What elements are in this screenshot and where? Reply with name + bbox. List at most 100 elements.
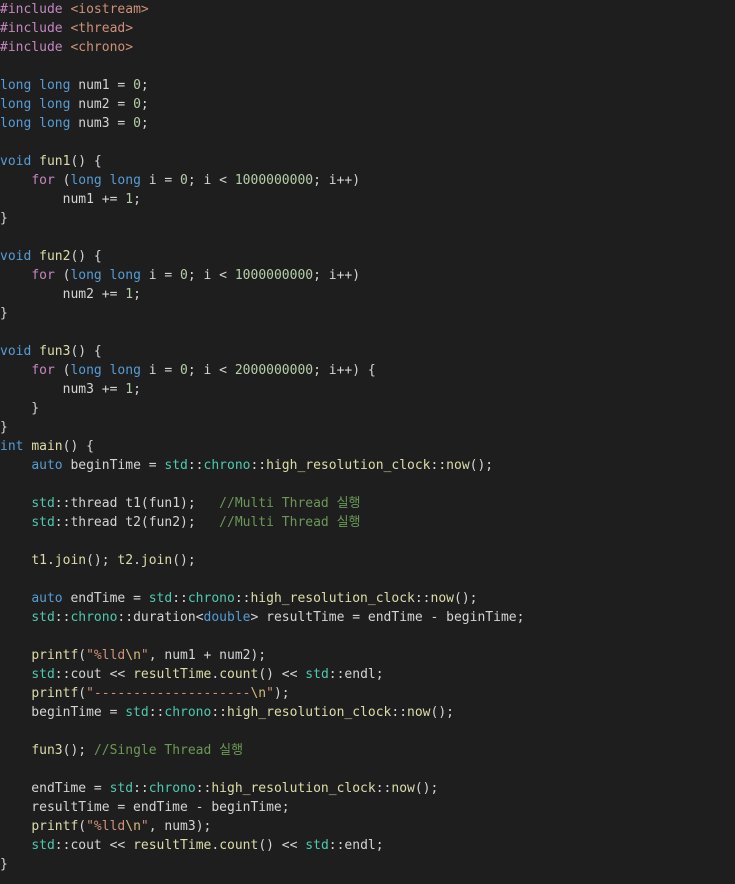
code-token-kw: long long: [0, 78, 71, 93]
code-token-plain: () {: [70, 249, 102, 264]
code-token-fn: main: [31, 439, 63, 454]
code-token-ns: std: [109, 781, 134, 796]
code-token-plain: ::: [250, 458, 267, 473]
code-line: for (long long i = 0; i < 1000000000; i+…: [0, 266, 735, 285]
code-token-plain: ();: [172, 553, 196, 568]
code-token-plain: endTime =: [0, 781, 110, 796]
code-token-plain: , num3);: [148, 819, 212, 834]
code-token-str: "%lld: [86, 648, 126, 663]
code-token-plain: ();: [86, 553, 118, 568]
code-token-ns: std: [164, 458, 188, 473]
code-line: fun3(); //Single Thread 실행: [0, 741, 735, 760]
code-token-num: 2000000000: [234, 363, 314, 378]
code-token-kw: auto: [31, 591, 63, 606]
code-token-plain: ::endl;: [328, 838, 384, 853]
code-editor[interactable]: #include <iostream> #include <thread> #inc…: [0, 0, 735, 884]
code-token-num: 1000000000: [234, 268, 314, 283]
code-line: std::thread t1(fun1); //Multi Thread 실행: [0, 494, 735, 513]
code-line: }: [0, 855, 735, 874]
code-token-ns: std: [305, 667, 329, 682]
code-token-plain: ; i++): [313, 173, 361, 188]
code-line: num1 += 1;: [0, 190, 735, 209]
code-token-kw: double: [203, 610, 251, 625]
code-token-plain: .: [133, 553, 141, 568]
code-token-plain: (: [54, 363, 71, 378]
code-line: }: [0, 304, 735, 323]
code-token-fn: printf: [31, 686, 79, 701]
code-token-plain: ;: [133, 287, 141, 302]
code-line: int main() {: [0, 437, 735, 456]
code-token-cmt: //Single Thread 실행: [93, 743, 244, 758]
code-token-ns: std: [31, 667, 55, 682]
code-token-plain: resultTime = endTime - beginTime;: [0, 800, 290, 815]
code-line: void fun3() {: [0, 342, 735, 361]
code-token-plain: ::cout <<: [54, 667, 134, 682]
code-token-dir: #include: [0, 2, 63, 17]
code-token-plain: () {: [62, 439, 94, 454]
code-line: void fun1() {: [0, 152, 735, 171]
code-token-kw: int: [0, 439, 24, 454]
code-token-kw: long long: [0, 97, 71, 112]
code-token-fn: resultTime: [133, 838, 212, 853]
code-token-plain: ::: [430, 458, 447, 473]
code-token-ns: chrono: [203, 458, 251, 473]
code-token-dir: #include: [0, 21, 63, 36]
code-token-plain: num3 +=: [0, 382, 126, 397]
code-token-plain: }: [0, 420, 8, 435]
code-token-plain: ::: [54, 496, 71, 511]
code-token-kw: void: [0, 249, 32, 264]
code-token-fn: join: [140, 553, 173, 568]
code-token-plain: num1 +=: [0, 192, 126, 207]
code-line: resultTime = endTime - beginTime;: [0, 798, 735, 817]
code-token-plain: i =: [140, 173, 181, 188]
code-token-esc: \n: [125, 819, 141, 834]
code-token-ns: std: [31, 496, 55, 511]
code-token-ns: chrono: [164, 705, 212, 720]
code-token-plain: num2 +=: [0, 287, 126, 302]
code-token-plain: beginTime =: [0, 705, 126, 720]
code-token-plain: ; i <: [187, 268, 235, 283]
code-token-ctrl: for: [31, 363, 55, 378]
code-token-plain: ::endl;: [328, 667, 384, 682]
code-line: printf("%lld\n", num3);: [0, 817, 735, 836]
code-token-ctrl: for: [31, 173, 55, 188]
code-token-kw: long long: [70, 268, 141, 283]
code-line: endTime = std::chrono::high_resolution_c…: [0, 779, 735, 798]
code-line: }: [0, 399, 735, 418]
code-token-ns: chrono: [70, 610, 118, 625]
code-token-plain: ; i++): [313, 268, 361, 283]
code-token-plain: > resultTime = endTime - beginTime;: [250, 610, 525, 625]
code-line: }: [0, 418, 735, 437]
code-token-plain: () <<: [258, 838, 306, 853]
code-token-str: ": [140, 819, 149, 834]
code-token-num: 0: [180, 268, 188, 283]
code-token-plain: (: [78, 686, 87, 701]
code-token-plain: ;: [140, 116, 149, 131]
code-token-ctrl: for: [31, 268, 55, 283]
code-line: num2 += 1;: [0, 285, 735, 304]
code-token-plain: );: [273, 686, 290, 701]
code-token-ns: chrono: [148, 781, 196, 796]
code-token-dir: #include: [0, 40, 63, 55]
code-token-plain: () {: [70, 344, 102, 359]
code-token-num: 1000000000: [234, 173, 314, 188]
code-line: #include <iostream>: [0, 0, 735, 19]
code-line: }: [0, 209, 735, 228]
code-token-num: 1: [125, 382, 134, 397]
code-token-plain: ::: [54, 610, 71, 625]
